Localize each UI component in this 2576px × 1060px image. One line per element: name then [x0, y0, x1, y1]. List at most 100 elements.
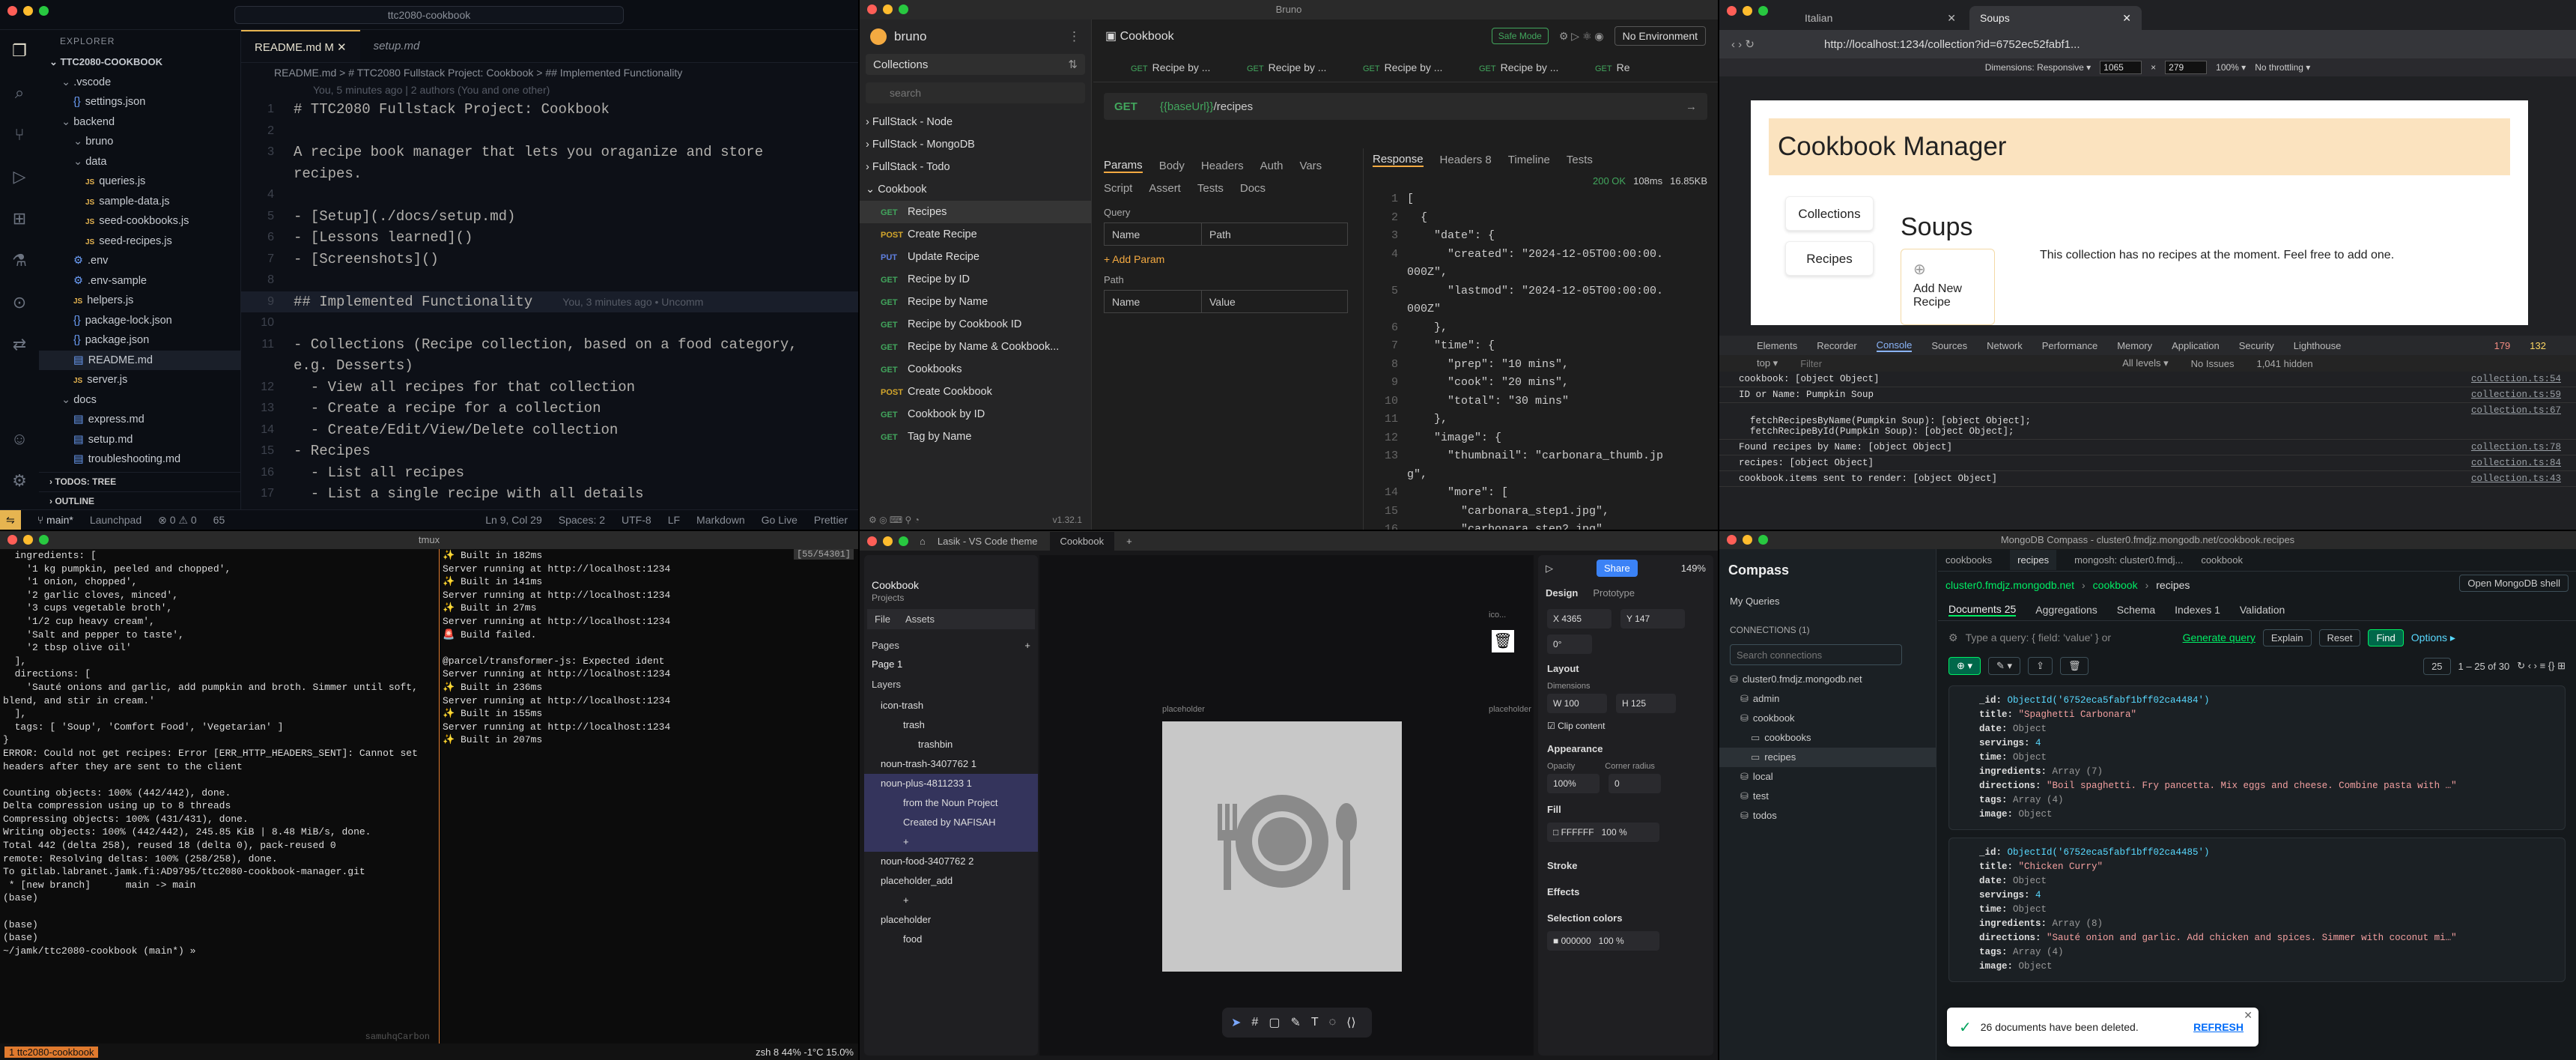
breadcrumb[interactable]: README.md > # TTC2080 Fullstack Project:… — [241, 63, 858, 82]
explorer-icon[interactable]: ❐ — [0, 30, 39, 72]
tab-auth[interactable]: Auth — [1260, 160, 1284, 172]
branch-indicator[interactable]: ⑂ main* — [37, 514, 73, 526]
document-card[interactable]: _id: ObjectId('6752eca5fabf1bff02ca4485'… — [1948, 838, 2566, 982]
request-item[interactable]: GET Cookbook by ID — [860, 403, 1091, 425]
prettier-indicator[interactable]: Prettier — [814, 514, 848, 526]
address-bar[interactable]: ‹ › ↻ http://localhost:1234/collection?id… — [1719, 30, 2576, 58]
request-tab[interactable]: GET Re — [1588, 61, 1704, 73]
layer-item[interactable]: + — [864, 891, 1038, 910]
request-item[interactable]: GET Tag by Name — [860, 425, 1091, 448]
tree-node[interactable]: ⛁ cookbook — [1719, 709, 1936, 728]
gear-icon[interactable]: ⚙ — [0, 460, 39, 502]
y-input[interactable]: Y 147 — [1620, 609, 1685, 629]
tab-cookbook[interactable]: Cookbook — [1049, 531, 1115, 551]
source-link[interactable]: collection.ts:67 — [2471, 405, 2561, 437]
close-icon[interactable] — [867, 4, 877, 14]
toolbar-icons[interactable]: ⚙ ▷ ⚛ ◉ — [1559, 30, 1604, 43]
page-1[interactable]: Page 1 — [864, 655, 1038, 679]
request-item[interactable]: GET Recipe by ID — [860, 268, 1091, 291]
stroke-section[interactable]: Stroke — [1538, 852, 1713, 879]
testing-icon[interactable]: ⚗ — [0, 240, 39, 282]
source-link[interactable]: collection.ts:43 — [2471, 473, 2561, 484]
close-tab-icon[interactable]: ✕ — [2122, 12, 2131, 24]
minimize-icon[interactable] — [883, 4, 893, 14]
close-icon[interactable] — [867, 536, 877, 546]
source-link[interactable]: collection.ts:84 — [2471, 458, 2561, 468]
tree-node[interactable]: ⛁ local — [1719, 767, 1936, 787]
tree-item-js[interactable]: JS server.js — [39, 370, 240, 390]
add-param-button[interactable]: + Add Param — [1093, 246, 1348, 273]
tree-item-env[interactable]: ⚙ .env-sample — [39, 271, 240, 291]
nav-collections[interactable]: Collections — [1785, 196, 1874, 231]
tab-assets[interactable]: Assets — [905, 614, 935, 625]
command-center-search[interactable]: ttc2080-cookbook — [234, 5, 624, 24]
tree-item-js[interactable]: JS seed-recipes.js — [39, 231, 240, 252]
connections-search[interactable]: Search connections — [1730, 644, 1902, 665]
clip-content-checkbox[interactable]: ☑ Clip content — [1538, 716, 1713, 736]
workspace-tab[interactable]: mongosh: cluster0.fmdj... — [2074, 554, 2183, 566]
tab-headers[interactable]: Headers — [1201, 160, 1244, 172]
tab-prototype[interactable]: Prototype — [1593, 587, 1635, 599]
minimize-icon[interactable] — [1743, 535, 1752, 545]
find-button[interactable]: Find — [2368, 629, 2404, 646]
tab-docs[interactable]: Docs — [1240, 182, 1266, 195]
rect-tool-icon[interactable]: ▢ — [1269, 1015, 1280, 1030]
levels-select[interactable]: All levels ▾ — [2122, 357, 2168, 369]
settings-icon[interactable]: ⚙ ◎ ⌨ ⚲ ◔ — [869, 515, 920, 525]
tree-item-folder[interactable]: ⌄ backend — [39, 112, 240, 133]
tab-lasik[interactable]: Lasik - VS Code theme — [938, 536, 1038, 547]
minimize-icon[interactable] — [1743, 6, 1752, 16]
workspace-tab[interactable]: cookbook — [2201, 554, 2243, 566]
collection-subtab[interactable]: Aggregations — [2035, 604, 2097, 616]
collection-subtab[interactable]: Schema — [2117, 604, 2155, 616]
minimize-icon[interactable] — [883, 536, 893, 546]
workspace-tab[interactable]: recipes — [2010, 550, 2057, 570]
layer-item[interactable]: icon-trash — [864, 696, 1038, 715]
response-tab[interactable]: Timeline — [1508, 154, 1550, 166]
tree-node[interactable]: ⛁ todos — [1719, 806, 1936, 826]
layer-item[interactable]: noun-trash-3407762 1 — [864, 754, 1038, 774]
nav-icons[interactable]: ‹ › ↻ — [1731, 37, 1755, 51]
collections-header[interactable]: Collections ⇅ — [866, 54, 1085, 75]
live-share-icon[interactable]: ⇄ — [0, 324, 39, 366]
tree-node[interactable]: ▭ cookbooks — [1719, 728, 1936, 748]
open-shell-button[interactable]: Open MongoDB shell — [2459, 575, 2569, 592]
collection-group[interactable]: › FullStack - MongoDB — [860, 133, 1091, 156]
encoding[interactable]: UTF-8 — [622, 514, 651, 526]
problems-indicator[interactable]: ⊗ 0 ⚠ 0 — [158, 514, 197, 527]
width-input[interactable]: W 100 — [1547, 694, 1607, 713]
tree-node[interactable]: ⛁ admin — [1719, 689, 1936, 709]
home-icon[interactable]: ⌂ — [920, 536, 926, 547]
tree-item-md[interactable]: ▤ setup.md — [39, 430, 240, 450]
source-control-icon[interactable]: ⑂ — [0, 114, 39, 156]
tab-script[interactable]: Script — [1104, 182, 1132, 195]
refresh-link[interactable]: REFRESH — [2193, 1021, 2244, 1033]
devtools-tab-performance[interactable]: Performance — [2042, 340, 2097, 351]
request-item[interactable]: GET Recipes — [860, 201, 1091, 223]
width-input[interactable] — [2100, 61, 2142, 74]
more-icon[interactable]: ⋮ — [1068, 29, 1081, 44]
close-icon[interactable] — [7, 535, 17, 545]
maximize-icon[interactable] — [39, 6, 49, 16]
tree-item-folder[interactable]: ⌄ bruno — [39, 132, 240, 152]
request-item[interactable]: PUT Update Recipe — [860, 246, 1091, 268]
query-input[interactable]: Type a query: { field: 'value' } or — [1966, 632, 2175, 643]
layer-item[interactable]: noun-food-3407762 2 — [864, 852, 1038, 871]
response-tab[interactable]: Headers 8 — [1440, 154, 1492, 166]
effects-section[interactable]: Effects — [1538, 879, 1713, 905]
trash-icon[interactable]: 🗑 — [1492, 630, 1514, 652]
eol[interactable]: LF — [668, 514, 680, 526]
page-size-select[interactable]: 25 — [2423, 657, 2451, 675]
devtools-tab-elements[interactable]: Elements — [1757, 340, 1797, 351]
pagination-icons[interactable]: ↻ ‹ › ≡ {} ⊞ — [2517, 660, 2566, 672]
tree-item-md[interactable]: ▤ troubleshooting.md — [39, 449, 240, 470]
devtools-tab-network[interactable]: Network — [1987, 340, 2023, 351]
source-link[interactable]: collection.ts:78 — [2471, 442, 2561, 452]
collection-group[interactable]: › FullStack - Node — [860, 111, 1091, 133]
tab-vars[interactable]: Vars — [1299, 160, 1322, 172]
layer-item[interactable]: placeholder_add — [864, 871, 1038, 891]
add-data-button[interactable]: ⊕ ▾ — [1948, 657, 1981, 675]
request-item[interactable]: GET Recipe by Name — [860, 291, 1091, 313]
dimensions-select[interactable]: Dimensions: Responsive ▾ — [1985, 62, 2091, 73]
minimize-icon[interactable] — [23, 6, 33, 16]
